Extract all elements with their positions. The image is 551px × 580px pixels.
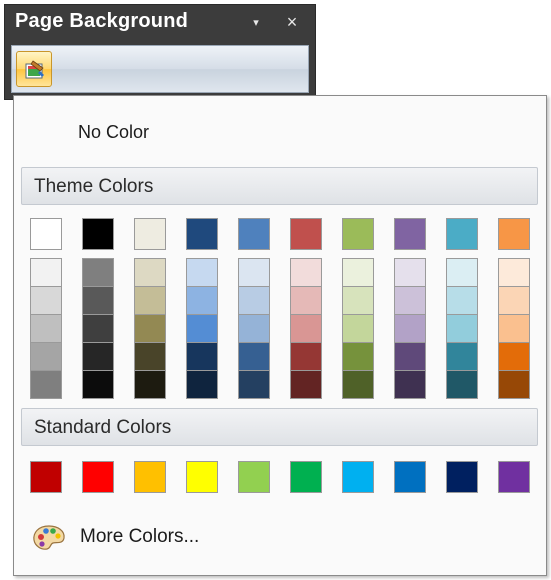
theme-shade-swatch[interactable] [83, 259, 113, 286]
theme-shade-swatch[interactable] [395, 343, 425, 370]
theme-shade-column-purple [394, 258, 426, 399]
theme-shade-swatch[interactable] [343, 287, 373, 314]
theme-shade-swatch[interactable] [83, 315, 113, 342]
standard-swatch-red[interactable] [82, 461, 114, 493]
standard-swatch-light-green[interactable] [238, 461, 270, 493]
theme-shade-swatch[interactable] [395, 287, 425, 314]
theme-shade-swatch[interactable] [447, 343, 477, 370]
theme-swatch-tan[interactable] [134, 218, 166, 250]
theme-shade-swatch[interactable] [135, 259, 165, 286]
theme-shade-swatch[interactable] [291, 315, 321, 342]
theme-shade-column-blue [238, 258, 270, 399]
theme-shade-swatch[interactable] [343, 371, 373, 398]
theme-shade-column-black [82, 258, 114, 399]
theme-shade-swatch[interactable] [239, 259, 269, 286]
theme-colors-label: Theme Colors [34, 176, 154, 197]
standard-swatch-blue[interactable] [394, 461, 426, 493]
theme-shade-swatch[interactable] [291, 287, 321, 314]
theme-colors-header: Theme Colors [21, 167, 538, 205]
theme-shade-swatch[interactable] [239, 371, 269, 398]
theme-shade-swatch[interactable] [31, 259, 61, 286]
theme-shade-swatch[interactable] [447, 315, 477, 342]
theme-shade-swatch[interactable] [239, 287, 269, 314]
theme-shade-swatch[interactable] [239, 343, 269, 370]
standard-swatch-dark-blue[interactable] [446, 461, 478, 493]
theme-swatch-orange[interactable] [498, 218, 530, 250]
theme-swatch-red[interactable] [290, 218, 322, 250]
theme-shade-swatch[interactable] [291, 343, 321, 370]
standard-swatch-green[interactable] [290, 461, 322, 493]
theme-swatch-white[interactable] [30, 218, 62, 250]
theme-shade-column-olive-green [342, 258, 374, 399]
palette-icon [33, 525, 65, 550]
theme-shade-column-aqua [446, 258, 478, 399]
no-color-option[interactable]: No Color [22, 104, 536, 160]
theme-shade-swatch[interactable] [135, 287, 165, 314]
standard-swatch-yellow[interactable] [186, 461, 218, 493]
page-background-panel: Page Background ▾ × [4, 4, 316, 100]
theme-shade-column-dark-blue [186, 258, 218, 399]
theme-shade-swatch[interactable] [343, 343, 373, 370]
standard-colors-label: Standard Colors [34, 417, 172, 438]
theme-shade-swatch[interactable] [239, 315, 269, 342]
theme-swatch-dark-blue[interactable] [186, 218, 218, 250]
more-colors-label: More Colors... [80, 526, 200, 547]
theme-shade-swatch[interactable] [499, 371, 529, 398]
theme-shade-swatch[interactable] [447, 259, 477, 286]
theme-shade-swatch[interactable] [395, 259, 425, 286]
theme-shade-column-white [30, 258, 62, 399]
theme-shade-column-tan [134, 258, 166, 399]
page-background-paint-icon [25, 60, 44, 79]
panel-title: Page Background [15, 10, 189, 32]
theme-shade-swatch[interactable] [135, 343, 165, 370]
theme-shade-swatch[interactable] [135, 315, 165, 342]
theme-shade-swatch[interactable] [499, 259, 529, 286]
theme-shade-swatch[interactable] [83, 287, 113, 314]
standard-swatch-light-blue[interactable] [342, 461, 374, 493]
theme-shade-swatch[interactable] [31, 287, 61, 314]
panel-toolbar [11, 45, 309, 93]
page-background-button[interactable] [16, 51, 52, 87]
theme-shade-swatch[interactable] [187, 315, 217, 342]
theme-shade-swatch[interactable] [187, 259, 217, 286]
theme-swatch-aqua[interactable] [446, 218, 478, 250]
theme-swatch-blue[interactable] [238, 218, 270, 250]
theme-shade-swatch[interactable] [395, 371, 425, 398]
theme-shade-swatch[interactable] [343, 315, 373, 342]
theme-shade-swatch[interactable] [187, 371, 217, 398]
theme-shade-swatch[interactable] [447, 371, 477, 398]
theme-shade-column-orange [498, 258, 530, 399]
theme-shade-swatch[interactable] [343, 259, 373, 286]
no-color-label: No Color [78, 122, 150, 142]
theme-shade-swatch[interactable] [83, 371, 113, 398]
theme-swatch-black[interactable] [82, 218, 114, 250]
theme-shade-swatch[interactable] [135, 371, 165, 398]
theme-swatch-purple[interactable] [394, 218, 426, 250]
standard-swatch-orange[interactable] [134, 461, 166, 493]
theme-shade-swatch[interactable] [83, 343, 113, 370]
theme-shade-swatch[interactable] [187, 287, 217, 314]
theme-shade-swatch[interactable] [291, 259, 321, 286]
theme-shade-swatch[interactable] [499, 287, 529, 314]
theme-shade-swatch[interactable] [31, 371, 61, 398]
theme-shade-swatch[interactable] [31, 343, 61, 370]
panel-close-icon[interactable]: × [283, 13, 301, 31]
theme-shade-swatch[interactable] [499, 343, 529, 370]
theme-shade-swatch[interactable] [291, 371, 321, 398]
standard-swatch-dark-red[interactable] [30, 461, 62, 493]
standard-swatch-purple[interactable] [498, 461, 530, 493]
standard-colors-header: Standard Colors [21, 408, 538, 446]
color-picker-dropdown: No Color Theme Colors Standard Colors Mo… [13, 95, 547, 576]
theme-shade-swatch[interactable] [499, 315, 529, 342]
theme-swatch-olive-green[interactable] [342, 218, 374, 250]
theme-shade-swatch[interactable] [31, 315, 61, 342]
theme-shade-swatch[interactable] [447, 287, 477, 314]
panel-menu-chevron-icon[interactable]: ▾ [248, 15, 264, 31]
theme-shade-swatch[interactable] [395, 315, 425, 342]
theme-shade-swatch[interactable] [187, 343, 217, 370]
theme-shade-column-red [290, 258, 322, 399]
more-colors-option[interactable]: More Colors... [22, 516, 536, 560]
